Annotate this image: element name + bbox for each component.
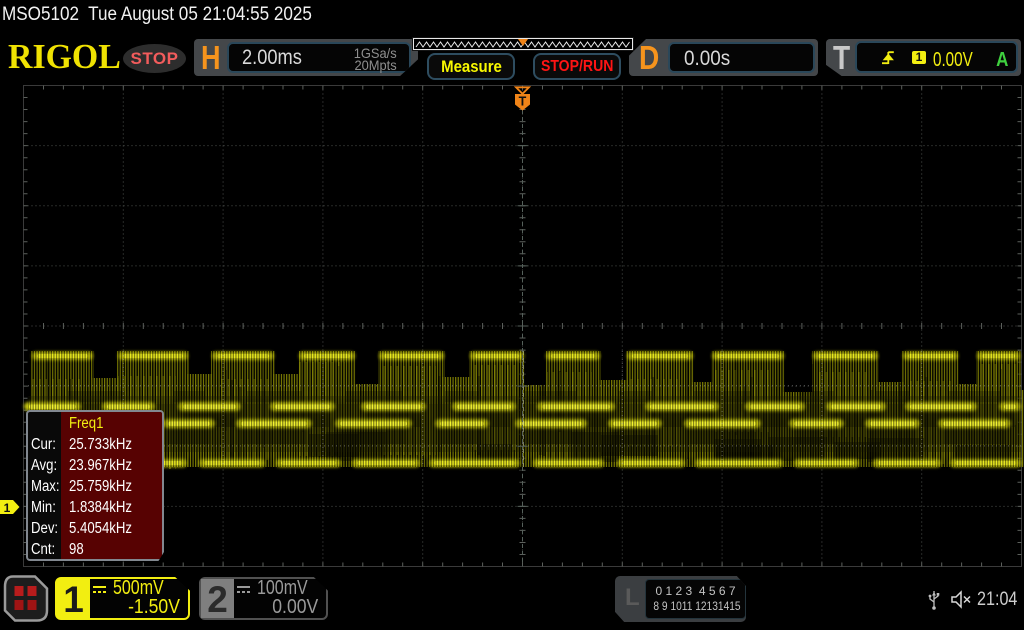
svg-text:T: T <box>519 95 527 109</box>
svg-text:1: 1 <box>4 501 11 515</box>
